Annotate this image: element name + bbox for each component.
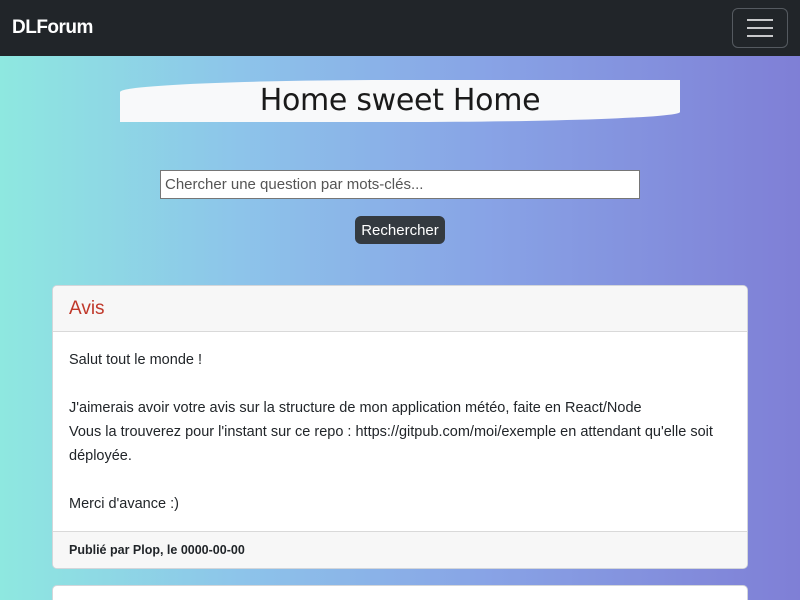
post-card: Avis Salut tout le monde ! J'aimerais av… (52, 285, 748, 569)
search-button[interactable]: Rechercher (355, 216, 445, 244)
post-title[interactable]: Avis (69, 298, 105, 320)
post-card (52, 585, 748, 600)
post-body-line: Salut tout le monde ! (69, 352, 202, 368)
post-body-line: Merci d'avance :) (69, 496, 179, 512)
post-body-line (69, 372, 731, 396)
hamburger-menu-icon (747, 27, 773, 29)
menu-toggle-button[interactable] (732, 8, 788, 48)
post-footer: Publié par Plop, le 0000-00-00 (53, 531, 747, 568)
post-body: Salut tout le monde ! J'aimerais avoir v… (53, 332, 747, 532)
search-input[interactable] (160, 170, 640, 199)
post-body-line: J'aimerais avoir votre avis sur la struc… (69, 400, 642, 416)
brand-logo[interactable]: DLForum (12, 17, 93, 39)
hamburger-menu-icon (747, 35, 773, 37)
navbar: DLForum (0, 0, 800, 56)
page-title-banner: Home sweet Home (120, 80, 680, 122)
post-body-line (69, 468, 731, 492)
post-card-header: Avis (53, 286, 747, 332)
post-body-line: Vous la trouverez pour l'instant sur ce … (69, 424, 713, 464)
page-title: Home sweet Home (259, 83, 541, 118)
hamburger-menu-icon (747, 19, 773, 21)
